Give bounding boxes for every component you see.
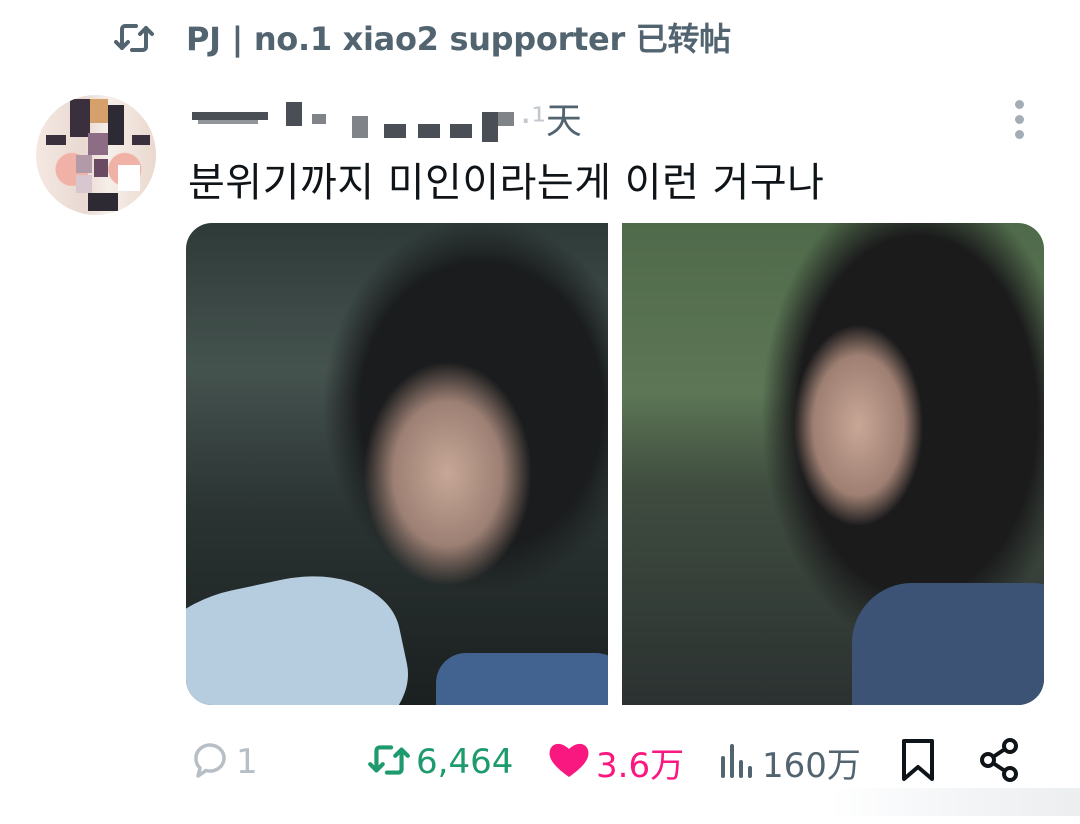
like-count: 3.6万 [596, 745, 685, 786]
views-chart-icon [718, 740, 758, 784]
retweet-icon [112, 20, 156, 56]
like-button[interactable]: 3.6万 [546, 730, 684, 794]
more-options-icon[interactable] [1010, 98, 1030, 142]
tweet-text: 분위기까지 미인이라는게 이런 거구나 [188, 160, 825, 206]
reply-button[interactable]: 1 [188, 730, 258, 794]
reply-icon [188, 738, 232, 786]
views-button[interactable]: 160万 [718, 730, 861, 794]
retweet-action-icon [366, 740, 412, 784]
heart-icon [546, 740, 592, 784]
bookmark-button[interactable] [898, 730, 938, 794]
reply-count: 1 [236, 742, 258, 782]
bookmark-icon [898, 737, 938, 787]
avatar[interactable] [36, 95, 156, 215]
share-icon [978, 737, 1022, 787]
photo-right[interactable] [622, 223, 1044, 705]
view-count: 160万 [762, 745, 861, 786]
photo-left[interactable] [186, 223, 608, 705]
retweet-button[interactable]: 6,464 [366, 730, 513, 794]
tweet-media[interactable] [186, 223, 1044, 705]
tweet-time: ·¹天 [520, 101, 582, 142]
watermark-strip [830, 788, 1080, 816]
retweet-header-text[interactable]: PJ | no.1 xiao2 supporter 已转帖 [186, 14, 731, 60]
retweet-count: 6,464 [416, 742, 514, 782]
share-button[interactable] [978, 730, 1022, 794]
